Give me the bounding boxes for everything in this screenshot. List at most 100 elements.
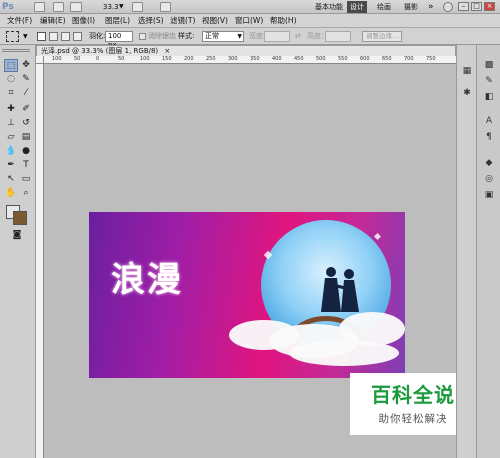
menu-help[interactable]: 帮助(H) bbox=[268, 15, 299, 27]
ruler-tick: 200 bbox=[184, 56, 194, 62]
antialias-label: 消除锯齿 bbox=[148, 32, 176, 40]
width-input[interactable] bbox=[264, 31, 290, 42]
ruler-tick: 300 bbox=[228, 56, 238, 62]
channels-panel-icon[interactable]: ◎ bbox=[482, 173, 496, 186]
document-tab[interactable]: 光泽.psd @ 33.3% (图层 1, RGB/8) × bbox=[36, 45, 456, 56]
document-canvas[interactable]: 浪漫 bbox=[89, 212, 405, 378]
histogram-icon[interactable]: ✱ bbox=[460, 87, 474, 100]
type-tool-icon[interactable]: T bbox=[19, 159, 33, 172]
photoshop-logo: Ps bbox=[2, 2, 14, 12]
pen-tool-icon[interactable]: ✒ bbox=[4, 159, 18, 172]
eraser-tool-icon[interactable]: ▱ bbox=[4, 131, 18, 144]
options-bar: ▼ 羽化: 100 px 消除锯齿 样式: 正常 ▼ 宽度: ⇄ 高度: 调整边… bbox=[0, 28, 500, 49]
swap-dimensions-icon[interactable]: ⇄ bbox=[295, 32, 301, 40]
new-selection-icon[interactable] bbox=[37, 32, 46, 41]
menu-select[interactable]: 选择(S) bbox=[136, 15, 166, 27]
restore-icon[interactable]: □ bbox=[471, 2, 482, 11]
marquee-tool-icon[interactable]: ⬚ bbox=[4, 59, 18, 72]
paths-panel-icon[interactable]: ▣ bbox=[482, 189, 496, 202]
ruler-origin[interactable] bbox=[36, 56, 44, 64]
quick-mask-icon[interactable]: ◙ bbox=[10, 229, 24, 242]
layers-panel-icon[interactable]: ◆ bbox=[482, 157, 496, 170]
zoom-level[interactable]: 33.3 bbox=[103, 2, 119, 12]
arrange-documents-icon[interactable] bbox=[132, 2, 143, 12]
brush-tool-icon[interactable]: ✐ bbox=[19, 103, 33, 116]
dodge-tool-icon[interactable]: ● bbox=[19, 145, 33, 158]
toolbox-grip[interactable] bbox=[2, 49, 30, 52]
zoom-tool-icon[interactable]: ⌕ bbox=[19, 187, 33, 200]
move-tool-icon[interactable]: ✥ bbox=[19, 59, 33, 72]
collapsed-panel-dock: ▦ ✱ bbox=[456, 45, 476, 458]
paragraph-panel-icon[interactable]: ¶ bbox=[482, 131, 496, 144]
ruler-tick: 250 bbox=[206, 56, 216, 62]
gradient-tool-icon[interactable]: ▤ bbox=[19, 131, 33, 144]
ruler-tick: 450 bbox=[294, 56, 304, 62]
quick-select-tool-icon[interactable]: ✎ bbox=[19, 73, 33, 86]
canvas-title-text: 浪漫 bbox=[111, 260, 183, 300]
intersect-selection-icon[interactable] bbox=[73, 32, 82, 41]
adjustments-panel-icon[interactable]: ◧ bbox=[482, 91, 496, 104]
marquee-preset-icon[interactable] bbox=[6, 31, 19, 42]
search-icon[interactable] bbox=[443, 2, 453, 12]
swatches-panel-icon[interactable]: ✎ bbox=[482, 75, 496, 88]
shape-tool-icon[interactable]: ▭ bbox=[19, 173, 33, 186]
ruler-tick: 750 bbox=[426, 56, 436, 62]
tab-close-icon[interactable]: × bbox=[164, 47, 170, 55]
eyedropper-tool-icon[interactable]: ⁄ bbox=[19, 87, 33, 100]
more-workspaces[interactable]: » bbox=[428, 1, 434, 13]
height-input[interactable] bbox=[325, 31, 351, 42]
zoom-dropdown-icon[interactable]: ▼ bbox=[119, 2, 124, 12]
add-selection-icon[interactable] bbox=[49, 32, 58, 41]
history-brush-tool-icon[interactable]: ↺ bbox=[19, 117, 33, 130]
ruler-tick: 150 bbox=[162, 56, 172, 62]
background-color-swatch[interactable] bbox=[13, 211, 27, 225]
style-select[interactable]: 正常 ▼ bbox=[202, 31, 244, 42]
ruler-vertical[interactable] bbox=[36, 56, 44, 458]
feather-input[interactable]: 100 px bbox=[105, 31, 133, 49]
minimize-icon[interactable]: – bbox=[458, 2, 469, 11]
navigator-icon[interactable]: ▦ bbox=[460, 65, 474, 78]
workspace-photography[interactable]: 摄影 bbox=[401, 1, 421, 13]
menu-file[interactable]: 文件(F) bbox=[5, 15, 34, 27]
3d-rotate-tool-icon[interactable]: ✋ bbox=[4, 187, 18, 200]
workspace-painting[interactable]: 绘画 bbox=[374, 1, 394, 13]
character-panel-icon[interactable]: A bbox=[482, 115, 496, 128]
color-panel-icon[interactable]: ▩ bbox=[482, 59, 496, 72]
menu-layer[interactable]: 图层(L) bbox=[103, 15, 132, 27]
healing-brush-tool-icon[interactable]: ✚ bbox=[4, 103, 18, 116]
menu-window[interactable]: 窗口(W) bbox=[233, 15, 265, 27]
antialias-checkbox[interactable] bbox=[139, 33, 146, 40]
menu-view[interactable]: 视图(V) bbox=[200, 15, 230, 27]
ruler-tick: 400 bbox=[272, 56, 282, 62]
feather-label: 羽化: bbox=[89, 32, 106, 40]
ruler-tick: 700 bbox=[404, 56, 414, 62]
hand-tool-icon[interactable] bbox=[70, 2, 82, 12]
workspace-essentials[interactable]: 基本功能 bbox=[312, 1, 346, 13]
ruler-horizontal[interactable]: 100 50 0 50 100 150 200 250 300 350 400 … bbox=[44, 56, 456, 64]
ruler-tick: 50 bbox=[118, 56, 125, 62]
preset-dropdown-icon[interactable]: ▼ bbox=[23, 33, 28, 40]
path-select-tool-icon[interactable]: ↖ bbox=[4, 173, 18, 186]
menu-image[interactable]: 图像(I) bbox=[70, 15, 97, 27]
couple-silhouette-illustration bbox=[311, 264, 371, 314]
sparkle-icon bbox=[373, 232, 382, 241]
refine-edge-button[interactable]: 调整边缘... bbox=[362, 31, 403, 42]
menu-filter[interactable]: 滤镜(T) bbox=[168, 15, 197, 27]
subtract-selection-icon[interactable] bbox=[61, 32, 70, 41]
menu-edit[interactable]: 编辑(E) bbox=[38, 15, 68, 27]
ruler-tick: 600 bbox=[360, 56, 370, 62]
bridge-icon[interactable] bbox=[34, 2, 45, 12]
mini-bridge-icon[interactable] bbox=[53, 2, 64, 12]
lasso-tool-icon[interactable]: ◌ bbox=[4, 73, 18, 86]
style-select-value: 正常 bbox=[205, 32, 219, 40]
clone-stamp-tool-icon[interactable]: ⊥ bbox=[4, 117, 18, 130]
toolbox: ⬚ ✥ ◌ ✎ ⌗ ⁄ ✚ ✐ ⊥ ↺ ▱ ▤ 💧 ● ✒ T ↖ ▭ ✋ ⌕ … bbox=[0, 45, 36, 458]
ruler-tick: 100 bbox=[140, 56, 150, 62]
style-label: 样式: bbox=[178, 32, 195, 40]
screen-mode-icon[interactable] bbox=[160, 2, 171, 12]
workspace-design[interactable]: 设计 bbox=[347, 1, 367, 13]
blur-tool-icon[interactable]: 💧 bbox=[4, 145, 18, 158]
crop-tool-icon[interactable]: ⌗ bbox=[4, 87, 18, 100]
ruler-tick: 50 bbox=[74, 56, 81, 62]
close-icon[interactable]: × bbox=[484, 2, 495, 11]
